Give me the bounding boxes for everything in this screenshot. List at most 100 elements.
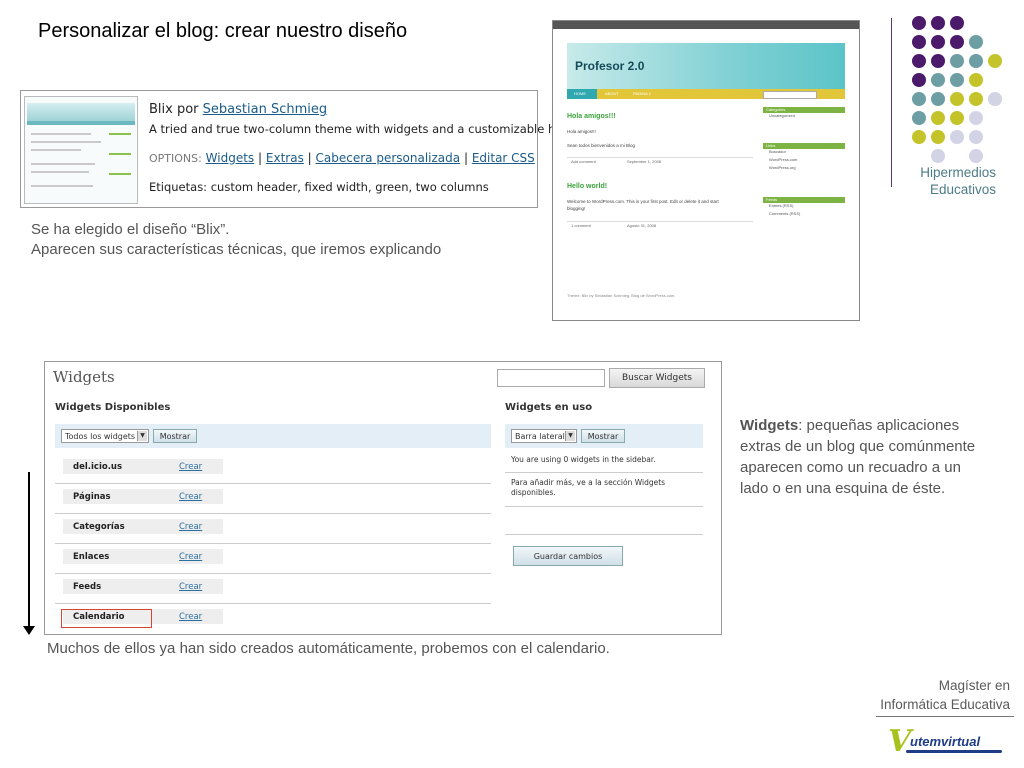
dot-circle [931, 149, 945, 163]
sidebar-feeds: Feeds Entries (RSS) Comments (RSS) [763, 197, 845, 219]
options-label: OPTIONS: [149, 152, 202, 165]
widget-row: Páginas Crear [55, 483, 491, 514]
dot-circle [950, 16, 964, 30]
add-more-text: Para añadir más, ve a la sección Widgets [511, 478, 666, 487]
separator: | [463, 151, 468, 165]
sidebar-link[interactable]: Buscador [763, 149, 845, 157]
widgets-definition: Widgets: pequeñas aplicaciones extras de… [740, 415, 980, 499]
sidebar-link[interactable]: Uncategorized [763, 113, 845, 121]
widgets-panel: Widgets Buscar Widgets Widgets Disponibl… [44, 361, 722, 635]
filter-show-button[interactable]: Mostrar [153, 429, 197, 443]
dot-circle [950, 35, 964, 49]
sidebar-link[interactable]: WordPress.org [763, 165, 845, 173]
theme-tags: Etiquetas: custom header, fixed width, g… [149, 180, 489, 194]
widget-filter-select[interactable]: Todos los widgets ▼ [61, 429, 149, 443]
dot-circle [988, 92, 1002, 106]
widget-name: Feeds [73, 582, 102, 592]
sidebar-link[interactable]: Entries (RSS) [763, 203, 845, 211]
magister-line: Magíster en [938, 678, 1010, 693]
create-widget-link[interactable]: Crear [179, 552, 202, 562]
dot-circle [931, 130, 945, 144]
theme-thumbnail[interactable] [24, 96, 138, 204]
dot-circle [950, 73, 964, 87]
search-widgets-button[interactable]: Buscar Widgets [609, 368, 705, 388]
add-more-text: disponibles. [511, 488, 556, 497]
nav-about[interactable]: ABOUT [605, 91, 619, 96]
widgets-count-text: You are using 0 widgets in the sidebar. [511, 455, 656, 464]
sidebar-show-button[interactable]: Mostrar [581, 429, 625, 443]
hipermedios-line: Hipermedios [920, 165, 996, 180]
dot-circle [912, 16, 926, 30]
hipermedios-label: Hipermedios Educativos [900, 164, 996, 198]
nav-pagina[interactable]: PAGINA 1 [633, 91, 651, 96]
sidebar-links: Links Buscador WordPress.com WordPress.o… [763, 143, 845, 173]
option-css-link[interactable]: Editar CSS [472, 151, 535, 165]
widget-row: Categorías Crear [55, 513, 491, 544]
post-title[interactable]: Hello world! [567, 183, 607, 190]
blog-search-input[interactable] [763, 91, 817, 99]
dot-circle [912, 73, 926, 87]
theme-card: Blix por Sebastian Schmieg A tried and t… [20, 90, 591, 208]
sidebar-select[interactable]: Barra lateral ▼ [511, 429, 577, 443]
option-extras-link[interactable]: Extras [266, 151, 304, 165]
dot-circle [931, 54, 945, 68]
widgets-title: Widgets [53, 368, 115, 386]
widget-row: Feeds Crear [55, 573, 491, 604]
option-widgets-link[interactable]: Widgets [206, 151, 255, 165]
create-widget-link[interactable]: Crear [179, 492, 202, 502]
option-header-link[interactable]: Cabecera personalizada [316, 151, 461, 165]
hipermedios-line: Educativos [929, 182, 996, 197]
dot-circle [969, 73, 983, 87]
dot-circle [912, 35, 926, 49]
dot-circle [969, 130, 983, 144]
widget-name: Páginas [73, 492, 111, 502]
post-comments[interactable]: 1 comment [571, 223, 591, 228]
down-arrow [28, 472, 30, 628]
available-widgets-header: Widgets Disponibles [55, 402, 171, 413]
separator: | [307, 151, 312, 165]
dot-circle [912, 54, 926, 68]
dot-circle [969, 92, 983, 106]
create-widget-link[interactable]: Crear [179, 522, 202, 532]
widget-search-input[interactable] [497, 369, 605, 387]
post-meta: Add comment September 1, 2008 [567, 157, 753, 165]
dot-circle [988, 54, 1002, 68]
dot-circle [912, 130, 926, 144]
widget-name: del.icio.us [73, 462, 123, 472]
dot-circle [931, 35, 945, 49]
caption-line: Se ha elegido el diseño “Blix”. [31, 221, 230, 238]
widget-row: del.icio.us Crear [55, 453, 491, 484]
author-link[interactable]: Sebastian Schmieg [203, 102, 327, 117]
create-widget-link[interactable]: Crear [179, 612, 202, 622]
dot-circle [969, 35, 983, 49]
chevron-down-icon: ▼ [137, 431, 147, 441]
sidebar-link[interactable]: WordPress.com [763, 157, 845, 165]
nav-home[interactable]: HOME [574, 91, 586, 96]
caption-line: Aparecen sus características técnicas, q… [31, 241, 442, 258]
arrow-head-icon [23, 626, 35, 635]
widget-name: Categorías [73, 522, 125, 532]
post-text: Welcome to WordPress.com. This is your f… [567, 199, 719, 204]
divider-line [891, 18, 892, 187]
save-changes-button[interactable]: Guardar cambios [513, 546, 623, 566]
caption-widgets: Muchos de ellos ya han sido creados auto… [47, 640, 610, 657]
dot-circle [931, 16, 945, 30]
create-widget-link[interactable]: Crear [179, 582, 202, 592]
post-title[interactable]: Hola amigos!!! [567, 113, 616, 120]
dot-circle [950, 130, 964, 144]
definition-term: Widgets [740, 417, 799, 434]
post-date: September 1, 2008 [627, 159, 662, 164]
magister-label: Magíster en Informática Educativa [870, 676, 1010, 714]
select-value: Todos los widgets [65, 432, 136, 441]
post-text: blogging! [567, 206, 586, 211]
slide-title: Personalizar el blog: crear nuestro dise… [38, 20, 408, 42]
chevron-down-icon: ▼ [565, 431, 575, 441]
dot-circle [912, 92, 926, 106]
dot-circle [969, 111, 983, 125]
post-comments[interactable]: Add comment [571, 159, 596, 164]
dot-circle [931, 73, 945, 87]
create-widget-link[interactable]: Crear [179, 462, 202, 472]
sidebar-link[interactable]: Comments (RSS) [763, 211, 845, 219]
blog-preview: Profesor 2.0 HOME ABOUT PAGINA 1 Hola am… [552, 20, 860, 321]
magister-line: Informática Educativa [880, 697, 1010, 712]
